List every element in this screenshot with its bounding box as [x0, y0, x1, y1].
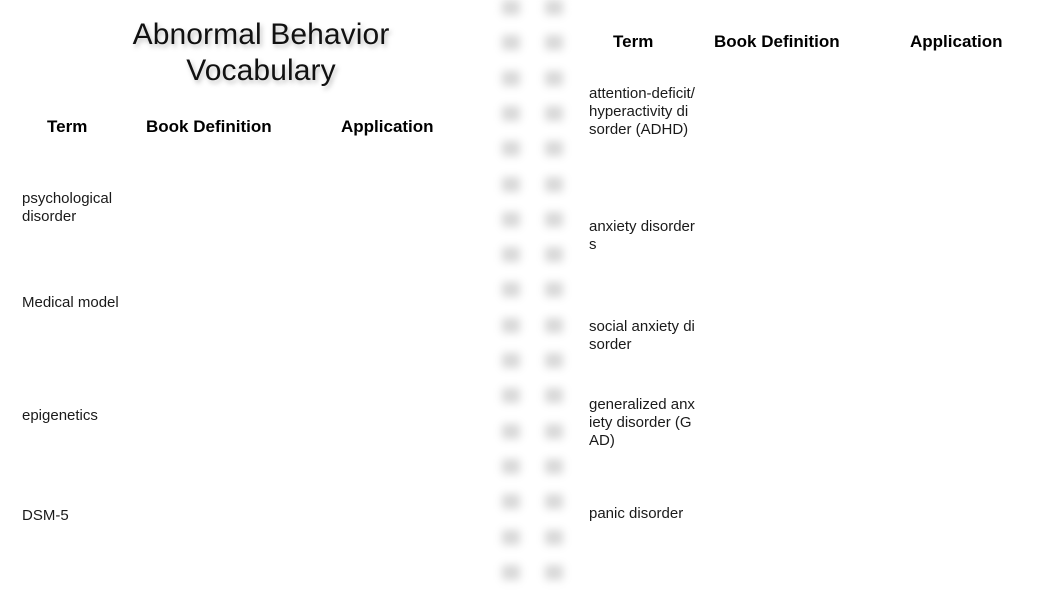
gutter-chip	[545, 141, 563, 157]
table-row: attention-deficit/hyperactivity disorder…	[589, 85, 695, 138]
left-header-term: Term	[47, 117, 88, 136]
gutter-chip	[502, 494, 520, 510]
gutter-chip	[502, 353, 520, 368]
table-row: Medical model	[22, 294, 119, 311]
gutter-chip	[545, 317, 563, 333]
gutter-chip	[502, 211, 520, 227]
gutter-chip	[502, 176, 520, 192]
table-row: DSM-5	[22, 507, 69, 524]
gutter-chip	[502, 282, 520, 298]
gutter-chip	[502, 70, 520, 86]
worksheet-page-right: Term Book Definition Application attenti…	[580, 0, 1062, 598]
gutter-chip	[502, 317, 520, 333]
gutter-chip	[545, 176, 563, 192]
gutter-chip	[545, 423, 563, 439]
table-row: epigenetics	[22, 407, 98, 424]
worksheet-page-left: Abnormal Behavior Vocabulary Term Book D…	[0, 0, 490, 598]
gutter-chip	[502, 423, 520, 439]
gutter-chip	[545, 247, 563, 263]
gutter-chip	[502, 529, 520, 545]
gutter-chip-column-left	[502, 0, 520, 598]
page-gutter-strip	[488, 0, 580, 598]
gutter-chip	[545, 388, 563, 404]
gutter-chip	[545, 564, 563, 580]
gutter-chip	[545, 35, 563, 51]
gutter-chip	[545, 458, 563, 474]
gutter-chip	[502, 0, 520, 15]
gutter-chip	[545, 282, 563, 298]
table-row: anxiety disorders	[589, 218, 695, 253]
gutter-chip-column-right	[545, 0, 563, 598]
gutter-chip	[545, 353, 563, 368]
left-table-header-row: Term Book Definition Application	[0, 117, 490, 141]
document-canvas: Abnormal Behavior Vocabulary Term Book D…	[0, 0, 1062, 598]
page-title: Abnormal Behavior Vocabulary	[132, 18, 390, 87]
gutter-chip	[502, 35, 520, 51]
gutter-chip	[545, 494, 563, 510]
gutter-chip	[502, 247, 520, 263]
gutter-chip	[545, 70, 563, 86]
gutter-chip	[502, 458, 520, 474]
gutter-chip	[502, 105, 520, 121]
left-header-book-definition: Book Definition	[146, 117, 272, 136]
gutter-chip	[545, 105, 563, 121]
left-header-application: Application	[341, 117, 434, 136]
right-table-header-row: Term Book Definition Application	[580, 32, 1062, 58]
right-header-term: Term	[613, 32, 654, 51]
table-row: panic disorder	[589, 505, 684, 522]
gutter-chip	[502, 564, 520, 580]
table-row: social anxiety disorder	[589, 318, 695, 353]
table-row: psychological disorder	[22, 190, 113, 225]
gutter-chip	[545, 211, 563, 227]
right-header-book-definition: Book Definition	[714, 32, 840, 51]
table-row: generalized anxiety disorder (GAD)	[589, 396, 695, 449]
gutter-chip	[502, 141, 520, 157]
right-header-application: Application	[910, 32, 1003, 51]
gutter-chip	[545, 0, 563, 15]
gutter-chip	[545, 529, 563, 545]
gutter-chip	[502, 388, 520, 404]
